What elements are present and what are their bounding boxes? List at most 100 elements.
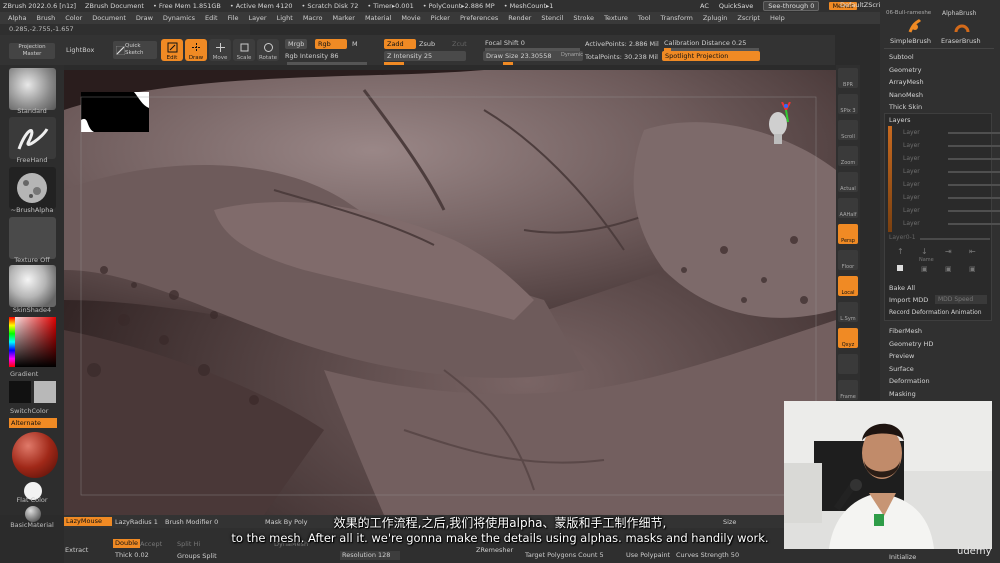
texture-thumb[interactable]	[9, 217, 56, 259]
alternate-toggle[interactable]: Alternate	[9, 418, 57, 428]
menu-draw[interactable]: Draw	[136, 14, 153, 22]
ac-label[interactable]: AC	[700, 2, 709, 10]
viewport-button-scroll[interactable]: Scroll	[838, 120, 858, 140]
hue-strip[interactable]	[9, 317, 15, 367]
navigation-head-gizmo[interactable]	[764, 101, 794, 152]
menu-alpha[interactable]: Alpha	[8, 14, 26, 22]
viewport-button-qxyz[interactable]: Qxyz	[838, 328, 858, 348]
menu-texture[interactable]: Texture	[604, 14, 628, 22]
edit-mode-button[interactable]: Edit	[161, 39, 183, 61]
layer-strength-bar[interactable]	[948, 210, 1000, 212]
layer-strength-bar[interactable]	[948, 223, 1000, 225]
viewport-button-persp[interactable]: Persp	[838, 224, 858, 244]
thick-slider[interactable]: Thick 0.02	[115, 551, 149, 559]
layer-row[interactable]: Layer	[903, 128, 1000, 137]
move-mode-button[interactable]: Move	[209, 39, 231, 61]
switch-color-button[interactable]: SwitchColor	[0, 407, 64, 415]
material-sphere[interactable]	[12, 432, 58, 478]
arraymesh-menu[interactable]: ArrayMesh	[889, 78, 924, 86]
menu-brush[interactable]: Brush	[36, 14, 55, 22]
material-thumb[interactable]	[9, 265, 56, 307]
layer-dup-icon[interactable]: ▣	[945, 265, 952, 273]
viewport-canvas[interactable]	[64, 70, 836, 515]
thick-skin-menu[interactable]: Thick Skin	[889, 103, 922, 111]
menu-file[interactable]: File	[228, 14, 239, 22]
groups-split-button[interactable]: Groups Split	[177, 552, 217, 560]
menu-material[interactable]: Material	[365, 14, 391, 22]
layer-copy-icon[interactable]: ▣	[921, 265, 928, 273]
zremesher-button[interactable]: ZRemesher	[476, 546, 513, 554]
menu-stroke[interactable]: Stroke	[573, 14, 594, 22]
layer-strength-bar[interactable]	[948, 184, 1000, 186]
nanomesh-menu[interactable]: NanoMesh	[889, 91, 923, 99]
simplebrush-icon[interactable]	[908, 18, 922, 34]
menu-help[interactable]: Help	[770, 14, 785, 22]
layer-strength-bar[interactable]	[948, 145, 1000, 147]
geometry-hd-menu[interactable]: Geometry HD	[889, 340, 933, 348]
viewport-button-blank[interactable]	[838, 354, 858, 374]
layer-row[interactable]: Layer	[903, 193, 1000, 202]
alphabrush-label[interactable]: AlphaBrush	[942, 10, 976, 17]
menu-document[interactable]: Document	[92, 14, 126, 22]
viewport-button-l-sym[interactable]: L.Sym	[838, 302, 858, 322]
rotate-mode-button[interactable]: Rotate	[257, 39, 279, 61]
layer-strength-bar[interactable]	[948, 158, 1000, 160]
rgb-toggle[interactable]: Rgb	[315, 39, 347, 49]
layer-row[interactable]: Layer	[903, 219, 1000, 228]
scale-mode-button[interactable]: Scale	[233, 39, 255, 61]
fibermesh-menu[interactable]: FiberMesh	[889, 327, 922, 335]
z-intensity-slider[interactable]: Z Intensity 25	[384, 51, 466, 61]
document-label[interactable]: ZBrush Document	[85, 2, 144, 10]
layer-strength-bar[interactable]	[948, 132, 1000, 134]
zadd-toggle[interactable]: Zadd	[384, 39, 416, 49]
standard-brush-thumb[interactable]	[9, 68, 56, 110]
layer-strength-bar[interactable]	[948, 197, 1000, 199]
quicksave-button[interactable]: QuickSave	[719, 2, 753, 10]
primary-color-swatch[interactable]	[9, 381, 31, 403]
zcut-toggle[interactable]: Zcut	[449, 39, 470, 49]
menu-marker[interactable]: Marker	[332, 14, 354, 22]
deformation-menu[interactable]: Deformation	[889, 377, 930, 385]
see-through-slider[interactable]: See-through 0	[763, 1, 820, 11]
layer-row[interactable]: Layer	[903, 154, 1000, 163]
use-polypaint-toggle[interactable]: Use Polypaint	[626, 551, 670, 559]
masking-menu[interactable]: Masking	[889, 390, 916, 398]
menu-transform[interactable]: Transform	[661, 14, 693, 22]
up-arrow-icon[interactable]: ↑	[897, 247, 904, 256]
bake-all-button[interactable]: Bake All	[889, 284, 915, 292]
layer-del-icon[interactable]: ▣	[969, 265, 976, 273]
geometry-menu[interactable]: Geometry	[889, 66, 921, 74]
target-polygons-slider[interactable]: Target Polygons Count 5	[525, 551, 604, 559]
resolution-slider[interactable]: Resolution 128	[340, 551, 400, 560]
zsub-toggle[interactable]: Zsub	[416, 39, 438, 49]
brush-alpha-thumb[interactable]	[9, 167, 56, 209]
eraserbrush-button[interactable]: EraserBrush	[941, 37, 981, 45]
down-arrow-icon[interactable]: ↓	[921, 247, 928, 256]
curves-strength-slider[interactable]: Curves Strength 50	[676, 551, 739, 559]
draw-mode-button[interactable]: Draw	[185, 39, 207, 61]
layer-slider[interactable]	[920, 238, 990, 240]
preview-menu[interactable]: Preview	[889, 352, 914, 360]
menu-color[interactable]: Color	[65, 14, 82, 22]
viewport-button-spix-3[interactable]: SPix 3	[838, 94, 858, 114]
menu-zplugin[interactable]: Zplugin	[703, 14, 728, 22]
extract-button[interactable]: Extract	[65, 546, 88, 554]
m-toggle[interactable]: M	[349, 39, 361, 49]
menu-layer[interactable]: Layer	[248, 14, 266, 22]
menu-picker[interactable]: Picker	[431, 14, 450, 22]
projection-master-button[interactable]: Projection Master	[9, 43, 55, 59]
viewport-button-aahalf[interactable]: AAHalf	[838, 198, 858, 218]
menu-dynamics[interactable]: Dynamics	[163, 14, 195, 22]
menu-light[interactable]: Light	[277, 14, 293, 22]
surface-menu[interactable]: Surface	[889, 365, 914, 373]
split-icon[interactable]: ⇥	[945, 247, 952, 256]
viewport-button-actual[interactable]: Actual	[838, 172, 858, 192]
layer-row[interactable]: Layer	[903, 167, 1000, 176]
subtool-menu[interactable]: Subtool	[889, 53, 914, 61]
name-button[interactable]: Name	[919, 257, 934, 263]
layer-square-icon[interactable]	[897, 265, 903, 271]
menu-stencil[interactable]: Stencil	[541, 14, 563, 22]
initialize-menu[interactable]: Initialize	[889, 553, 916, 561]
spotlight-projection-toggle[interactable]: Spotlight Projection	[662, 51, 760, 61]
mrgb-toggle[interactable]: Mrgb	[285, 39, 308, 49]
